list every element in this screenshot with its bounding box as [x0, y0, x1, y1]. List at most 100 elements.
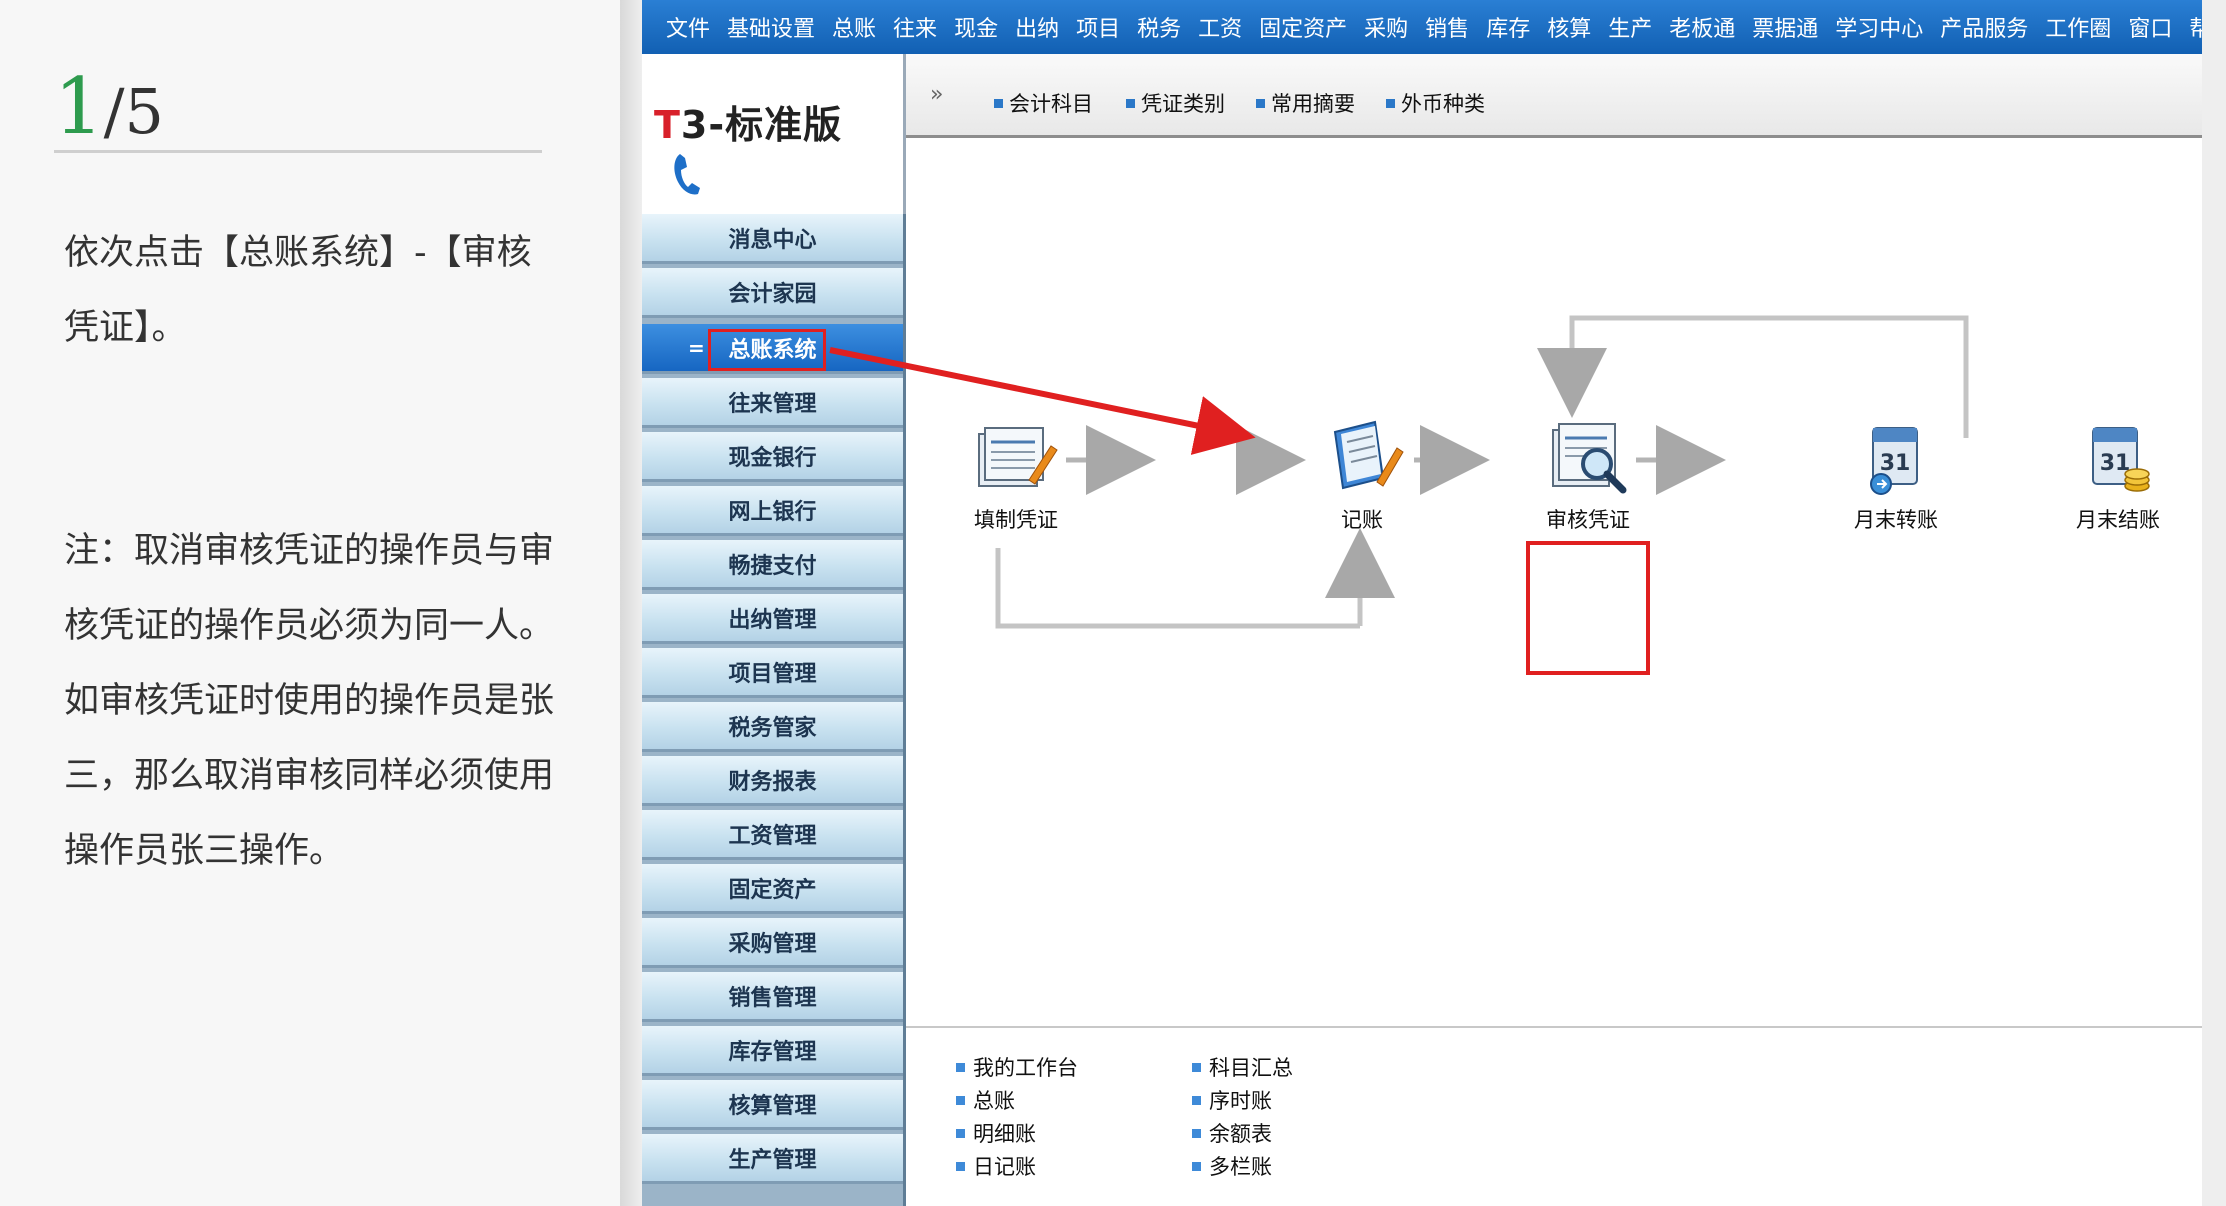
menu-cash[interactable]: 现金	[954, 11, 998, 43]
menu-work-circle[interactable]: 工作圈	[2045, 11, 2111, 43]
link-journal-label: 日记账	[973, 1155, 1036, 1179]
sidebar-item-online-bank[interactable]: 网上银行	[642, 486, 903, 536]
toolbar-voucher-types[interactable]: 凭证类别	[1126, 88, 1225, 118]
link-multi-column-ledger[interactable]: 多栏账	[1192, 1151, 1272, 1181]
sidebar-item-general-ledger[interactable]: = 总账系统	[642, 324, 903, 374]
menu-boss-link[interactable]: 老板通	[1669, 11, 1735, 43]
posting-icon	[1333, 420, 1404, 490]
tutorial-highlight-box	[708, 329, 826, 371]
toolbar-common-summaries[interactable]: 常用摘要	[1256, 88, 1355, 118]
sidebar-item-fixed-assets[interactable]: 固定资产	[642, 864, 903, 914]
toolbar-accounts[interactable]: 会计科目	[994, 88, 1093, 118]
link-my-workbench[interactable]: 我的工作台	[956, 1052, 1078, 1082]
sidebar-item-payroll[interactable]: 工资管理	[642, 810, 903, 860]
collapse-icon: =	[688, 336, 705, 360]
sidebar-item-costing[interactable]: 核算管理	[642, 1080, 903, 1130]
sidebar-item-cash-bank[interactable]: 现金银行	[642, 432, 903, 482]
sidebar-item-purchase[interactable]: 采购管理	[642, 918, 903, 968]
menu-production[interactable]: 生产	[1608, 11, 1652, 43]
menu-fixed-assets[interactable]: 固定资产	[1259, 11, 1347, 43]
link-detail-ledger[interactable]: 明细账	[956, 1118, 1036, 1148]
step-separator: /	[103, 75, 125, 148]
bullet-icon	[956, 1161, 965, 1171]
menu-purchase[interactable]: 采购	[1364, 11, 1408, 43]
note-text: 注：取消审核凭证的操作员与审核凭证的操作员必须为同一人。如审核凭证时使用的操作员…	[64, 531, 555, 871]
menu-window[interactable]: 窗口	[2128, 11, 2172, 43]
bullet-icon	[956, 1062, 965, 1072]
step-total: 5	[124, 75, 164, 148]
flow-month-end-transfer[interactable]: 31 月末转账	[1836, 412, 1956, 532]
menu-payroll[interactable]: 工资	[1198, 11, 1242, 43]
toolbar-currencies-label: 外币种类	[1401, 92, 1485, 116]
flow-voucher-entry[interactable]: 填制凭证	[956, 412, 1076, 532]
bullet-icon	[956, 1128, 965, 1138]
bullet-icon	[1192, 1095, 1201, 1105]
sidebar-item-production[interactable]: 生产管理	[642, 1134, 903, 1184]
step-counter: 1/5	[54, 62, 164, 152]
sidebar-item-sales[interactable]: 销售管理	[642, 972, 903, 1022]
menu-costing[interactable]: 核算	[1547, 11, 1591, 43]
voucher-audit-icon	[1552, 423, 1627, 494]
bullet-icon	[1256, 98, 1265, 108]
sidebar-item-project[interactable]: 项目管理	[642, 648, 903, 698]
flow-month-end-transfer-label: 月末转账	[1854, 508, 1938, 532]
menu-invoice-link[interactable]: 票据通	[1752, 11, 1818, 43]
sidebar-item-receivables[interactable]: 往来管理	[642, 378, 903, 428]
tutorial-highlight-box	[1526, 541, 1650, 675]
link-account-summary[interactable]: 科目汇总	[1192, 1052, 1293, 1082]
menu-general-ledger[interactable]: 总账	[832, 11, 876, 43]
blank-area	[1728, 1166, 2164, 1206]
flow-posting[interactable]: 记账	[1302, 412, 1422, 532]
sidebar-item-quick-pay[interactable]: 畅捷支付	[642, 540, 903, 590]
product-logo: T3-标准版	[642, 54, 906, 214]
sidebar-item-tax[interactable]: 税务管家	[642, 702, 903, 752]
bullet-icon	[1126, 98, 1135, 108]
menu-inventory[interactable]: 库存	[1486, 11, 1530, 43]
toolbar-voucher-types-label: 凭证类别	[1141, 92, 1225, 116]
bullet-icon	[956, 1095, 965, 1105]
menu-cashier[interactable]: 出纳	[1015, 11, 1059, 43]
sidebar-item-inventory[interactable]: 库存管理	[642, 1026, 903, 1076]
link-account-summary-label: 科目汇总	[1209, 1056, 1293, 1080]
voucher-entry-icon	[978, 427, 1058, 487]
panel-divider	[620, 0, 642, 1206]
bullet-icon	[994, 98, 1003, 108]
flow-month-end-closing[interactable]: 31 月末结账	[2058, 412, 2178, 532]
menu-product-service[interactable]: 产品服务	[1940, 11, 2028, 43]
bullet-icon	[1386, 98, 1395, 108]
logo-prefix: T	[654, 103, 681, 147]
menu-sales[interactable]: 销售	[1425, 11, 1469, 43]
step-divider	[54, 150, 542, 153]
bullet-icon	[1192, 1161, 1201, 1171]
screenshot-root: 1/5 依次点击【总账系统】-【审核凭证】。 注：取消审核凭证的操作员与审核凭证…	[0, 0, 2226, 1206]
menu-project[interactable]: 项目	[1076, 11, 1120, 43]
month-end-transfer-icon: 31	[1870, 427, 1918, 495]
expand-chevron-icon[interactable]: »	[930, 82, 943, 107]
menu-tax[interactable]: 税务	[1137, 11, 1181, 43]
link-balance-sheet[interactable]: 余额表	[1192, 1118, 1272, 1148]
toolbar-currencies[interactable]: 外币种类	[1386, 88, 1485, 118]
flow-voucher-audit[interactable]: 审核凭证	[1528, 412, 1648, 532]
link-chronological-ledger[interactable]: 序时账	[1192, 1085, 1272, 1115]
sidebar-item-cashier[interactable]: 出纳管理	[642, 594, 903, 644]
menu-file[interactable]: 文件	[666, 11, 710, 43]
link-journal[interactable]: 日记账	[956, 1151, 1036, 1181]
menu-learning-center[interactable]: 学习中心	[1835, 11, 1923, 43]
sidebar-item-financial-reports[interactable]: 财务报表	[642, 756, 903, 806]
month-end-closing-icon: 31	[2092, 427, 2150, 492]
quick-toolbar: » 会计科目 凭证类别 常用摘要 外币种类	[906, 54, 2202, 138]
sidebar-item-message-center[interactable]: 消息中心	[642, 214, 903, 264]
window-scroll-edge	[2202, 0, 2226, 1206]
phone-icon	[674, 154, 700, 195]
link-balance-sheet-label: 余额表	[1209, 1122, 1272, 1146]
link-my-workbench-label: 我的工作台	[973, 1056, 1078, 1080]
menu-basic-settings[interactable]: 基础设置	[727, 11, 815, 43]
flow-posting-label: 记账	[1341, 508, 1383, 532]
menu-receivables[interactable]: 往来	[893, 11, 937, 43]
menu-bar: 文件 基础设置 总账 往来 现金 出纳 项目 税务 工资 固定资产 采购 销售 …	[642, 0, 2226, 54]
link-detail-ledger-label: 明细账	[973, 1122, 1036, 1146]
flow-voucher-entry-label: 填制凭证	[974, 508, 1058, 532]
sidebar-item-accounting-home[interactable]: 会计家园	[642, 268, 903, 318]
link-general-ledger[interactable]: 总账	[956, 1085, 1015, 1115]
link-multi-column-ledger-label: 多栏账	[1209, 1155, 1272, 1179]
